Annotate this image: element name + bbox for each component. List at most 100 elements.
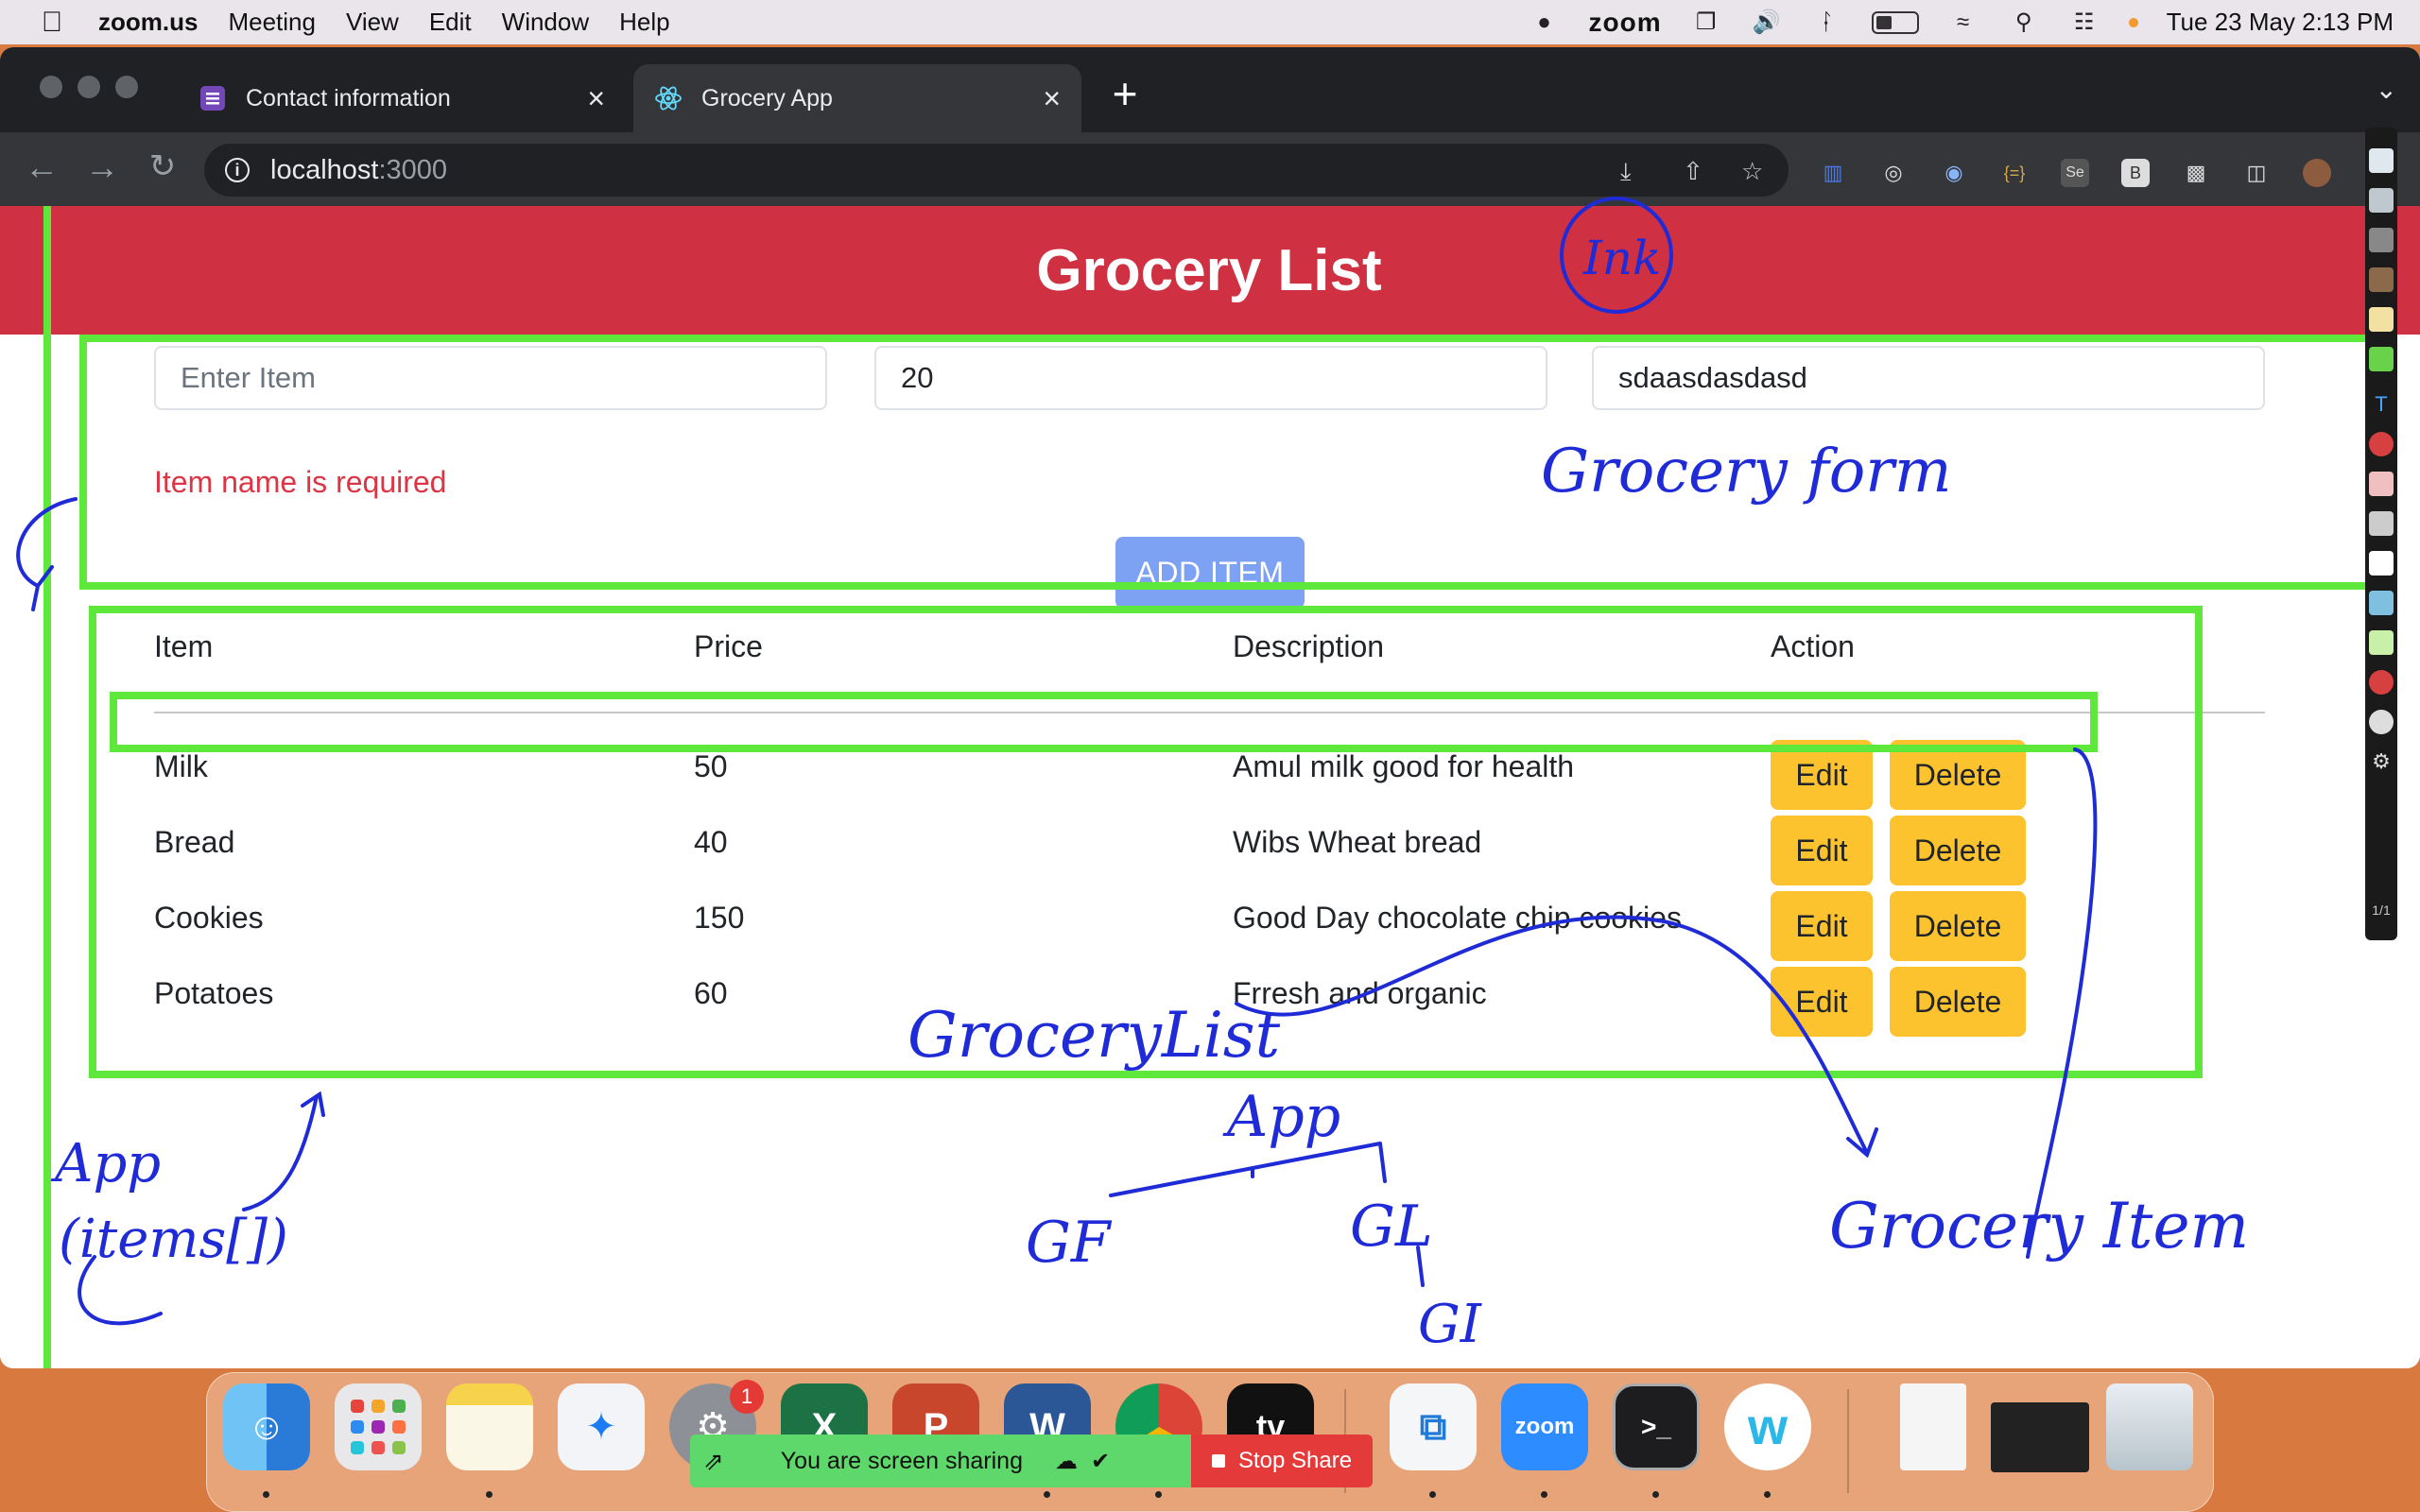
extension-target-icon[interactable]: ◎ — [1879, 159, 1908, 187]
launchpad-icon[interactable] — [335, 1383, 422, 1470]
annotate-fill-icon[interactable] — [2369, 630, 2394, 655]
description-input[interactable] — [1592, 346, 2265, 410]
bookmark-star-icon[interactable]: ☆ — [1741, 157, 1763, 186]
cell-item: Cookies — [154, 901, 264, 935]
delete-button[interactable]: Delete — [1890, 740, 2026, 810]
menu-app-zoom[interactable]: zoom.us — [98, 8, 198, 37]
close-tab-icon[interactable]: × — [587, 81, 605, 116]
annotate-text-icon[interactable]: T — [2369, 392, 2394, 417]
finder-icon[interactable]: ☺ — [223, 1383, 310, 1470]
vscode-icon[interactable]: ⧉ — [1390, 1383, 1477, 1470]
cell-price: 50 — [694, 749, 728, 783]
extensions-puzzle-icon[interactable]: ▩ — [2182, 159, 2210, 187]
table-row: Potatoes 60 Frresh and organic Edit Dele… — [0, 967, 2420, 1052]
price-input[interactable] — [874, 346, 1547, 410]
annotate-draw-icon[interactable] — [2369, 228, 2394, 252]
extension-selenium-icon[interactable]: Se — [2061, 159, 2089, 187]
camera-status-icon[interactable]: ● — [1529, 9, 1561, 35]
extension-circle-icon[interactable]: ◉ — [1940, 159, 1968, 187]
add-item-button[interactable]: ADD ITEM — [1115, 537, 1305, 609]
terminal-icon[interactable]: >_ — [1613, 1383, 1700, 1470]
annotate-eraser-icon[interactable] — [2369, 472, 2394, 496]
stop-share-button[interactable]: Stop Share — [1191, 1435, 1373, 1487]
menu-help[interactable]: Help — [619, 8, 669, 37]
apple-menu-icon[interactable]:  — [36, 7, 68, 39]
menu-meeting[interactable]: Meeting — [228, 8, 316, 37]
annotate-color-white-icon[interactable] — [2369, 551, 2394, 576]
maximize-window-button[interactable] — [115, 76, 138, 98]
annotate-shape-icon[interactable] — [2369, 432, 2394, 456]
webex-icon[interactable]: w — [1724, 1383, 1811, 1470]
tab-label: Grocery App — [701, 84, 833, 112]
delete-button[interactable]: Delete — [1890, 816, 2026, 885]
volume-icon[interactable]: 🔊 — [1751, 9, 1783, 35]
column-header-action: Action — [1771, 629, 1855, 663]
annotate-marker-icon[interactable] — [2369, 267, 2394, 292]
screen-sharing-label: You are screen sharing — [780, 1447, 1023, 1474]
zoom-menubar-label[interactable]: zoom — [1589, 8, 1662, 38]
screen-mirroring-icon[interactable]: ❐ — [1690, 9, 1722, 35]
safari-icon[interactable]: ✦ — [558, 1383, 645, 1470]
forward-arrow-icon[interactable]: → — [81, 147, 123, 187]
tab-search-chevron-icon[interactable]: ⌄ — [2376, 74, 2397, 105]
running-indicator — [1652, 1491, 1659, 1498]
menu-window[interactable]: Window — [502, 8, 589, 37]
annotate-settings-gear-icon[interactable]: ⚙ — [2369, 749, 2394, 774]
cell-price: 40 — [694, 825, 728, 859]
menu-edit[interactable]: Edit — [429, 8, 472, 37]
running-indicator — [486, 1491, 493, 1498]
menu-view[interactable]: View — [346, 8, 399, 37]
site-info-icon[interactable]: i — [225, 158, 250, 182]
address-bar[interactable]: i localhost:3000 — [204, 144, 1789, 197]
close-window-button[interactable] — [40, 76, 62, 98]
annotate-pointer-icon[interactable] — [2369, 511, 2394, 536]
running-indicator — [1429, 1491, 1436, 1498]
stop-square-icon — [1211, 1454, 1225, 1468]
zoom-app-icon[interactable]: zoom — [1501, 1383, 1588, 1470]
annotate-user-icon[interactable] — [2369, 710, 2394, 734]
running-indicator — [1044, 1491, 1050, 1498]
notes-icon[interactable] — [446, 1383, 533, 1470]
share-icon[interactable]: ⇧ — [1683, 157, 1703, 186]
close-tab-icon[interactable]: × — [1043, 81, 1061, 116]
url-text: localhost:3000 — [270, 154, 448, 185]
delete-button[interactable]: Delete — [1890, 891, 2026, 961]
annotate-select-icon[interactable] — [2369, 148, 2394, 173]
spotlight-search-icon[interactable]: ⚲ — [2008, 9, 2040, 35]
annotate-record-icon[interactable] — [2369, 670, 2394, 695]
minimize-window-button[interactable] — [78, 76, 100, 98]
edit-button[interactable]: Edit — [1771, 891, 1873, 961]
install-app-icon[interactable]: ⤓ — [1620, 157, 1632, 187]
tab-grocery-app[interactable]: Grocery App × — [633, 64, 1081, 132]
annotate-line-icon[interactable] — [2369, 591, 2394, 615]
extension-chart-icon[interactable]: ▥ — [1819, 159, 1847, 187]
document-thumbnail-icon[interactable] — [1900, 1383, 1966, 1470]
annotate-highlighter-icon[interactable] — [2369, 307, 2394, 332]
battery-icon[interactable] — [1871, 10, 1919, 34]
extension-json-icon[interactable]: {=} — [2000, 159, 2029, 187]
item-name-input[interactable] — [154, 346, 827, 410]
cloud-icon[interactable]: ☁ — [1055, 1448, 1078, 1475]
menubar-clock[interactable]: Tue 23 May 2:13 PM — [2167, 8, 2394, 37]
bluetooth-icon[interactable]: ᛛ — [1811, 9, 1843, 35]
tab-contact-information[interactable]: Contact information × — [178, 64, 626, 132]
edit-button[interactable]: Edit — [1771, 967, 1873, 1037]
extension-b-icon[interactable]: B — [2121, 159, 2150, 187]
browser-window: Contact information × Grocery App × + ⌄ … — [0, 47, 2420, 1368]
profile-avatar[interactable] — [2303, 159, 2331, 187]
edit-button[interactable]: Edit — [1771, 740, 1873, 810]
drag-handle-icon[interactable]: ⇗ — [703, 1447, 724, 1476]
annotate-green-pen-icon[interactable] — [2369, 347, 2394, 371]
screen-sharing-status[interactable]: ⇗ You are screen sharing ☁ ✔ — [690, 1435, 1191, 1487]
control-center-icon[interactable]: ☷ — [2068, 9, 2100, 35]
back-arrow-icon[interactable]: ← — [21, 147, 62, 187]
trash-icon[interactable] — [2106, 1383, 2193, 1470]
delete-button[interactable]: Delete — [1890, 967, 2026, 1037]
annotate-screen-icon[interactable] — [2369, 188, 2394, 213]
vscode-window-thumbnail-icon[interactable] — [1991, 1402, 2089, 1472]
reload-icon[interactable]: ↻ — [142, 147, 183, 185]
new-tab-button[interactable]: + — [1106, 68, 1144, 119]
side-panel-icon[interactable]: ◫ — [2242, 159, 2271, 187]
wifi-icon[interactable]: ≈ — [1947, 9, 1979, 35]
edit-button[interactable]: Edit — [1771, 816, 1873, 885]
